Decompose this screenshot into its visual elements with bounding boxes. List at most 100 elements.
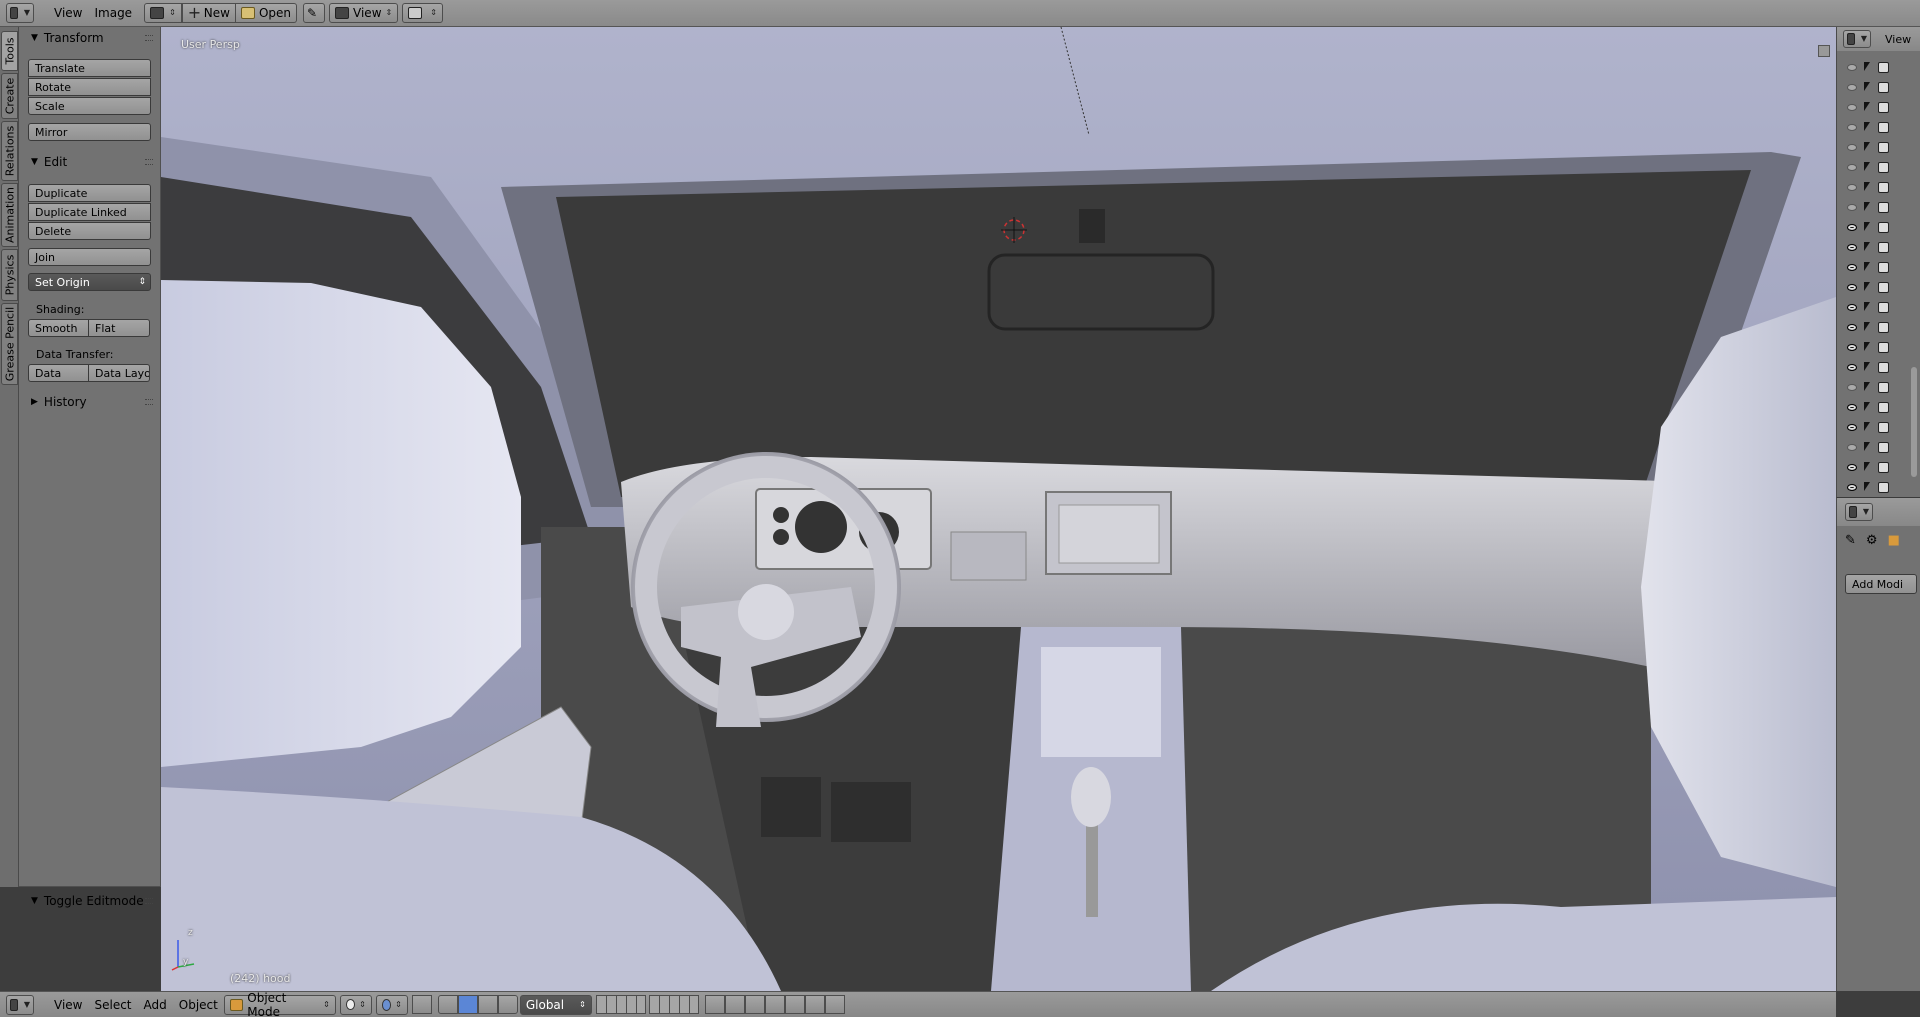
editor-type-button[interactable]: ▼: [6, 3, 34, 23]
orientation-dropdown[interactable]: Global ⇕: [519, 994, 592, 1015]
outliner-row[interactable]: [1847, 97, 1919, 117]
render-camera-icon[interactable]: [1878, 161, 1889, 173]
outliner-view-menu[interactable]: View: [1885, 33, 1911, 46]
tab-grease-pencil[interactable]: Grease Pencil: [1, 303, 18, 385]
data-layout-button[interactable]: Data Layo: [89, 364, 150, 382]
selectable-cursor-icon[interactable]: [1863, 361, 1872, 373]
flat-button[interactable]: Flat: [89, 319, 150, 337]
tab-animation[interactable]: Animation: [1, 183, 18, 247]
render-camera-icon[interactable]: [1878, 181, 1889, 193]
selectable-cursor-icon[interactable]: [1863, 481, 1872, 493]
visibility-eye-icon[interactable]: [1847, 223, 1857, 231]
add-modifier-dropdown[interactable]: Add Modi: [1845, 574, 1917, 594]
rotate-button[interactable]: Rotate: [28, 78, 151, 96]
render-camera-icon[interactable]: [1878, 61, 1889, 73]
3d-viewport[interactable]: User Persp (242) hood z y: [161, 27, 1836, 991]
outliner-row[interactable]: [1847, 197, 1919, 217]
menu-image[interactable]: Image: [88, 3, 138, 23]
menu-select[interactable]: Select: [88, 995, 137, 1015]
snap-toggle-button[interactable]: [744, 995, 765, 1014]
outliner-row[interactable]: [1847, 177, 1919, 197]
render-camera-icon[interactable]: [1878, 141, 1889, 153]
render-camera-icon[interactable]: [1878, 301, 1889, 313]
tab-physics[interactable]: Physics: [1, 249, 18, 301]
mirror-button[interactable]: Mirror: [28, 123, 151, 141]
selectable-cursor-icon[interactable]: [1863, 221, 1872, 233]
selectable-cursor-icon[interactable]: [1863, 261, 1872, 273]
translate-manipulator[interactable]: [457, 995, 478, 1014]
render-camera-icon[interactable]: [1878, 341, 1889, 353]
translate-button[interactable]: Translate: [28, 59, 151, 77]
menu-view[interactable]: View: [48, 3, 88, 23]
drag-grip-icon[interactable]: [145, 399, 153, 405]
lock-layers-button[interactable]: [704, 995, 725, 1014]
mode-dropdown[interactable]: Object Mode ⇕: [223, 991, 336, 1017]
visibility-eye-icon[interactable]: [1847, 243, 1857, 251]
selectable-cursor-icon[interactable]: [1863, 161, 1872, 173]
outliner-row[interactable]: [1847, 437, 1919, 457]
delete-button[interactable]: Delete: [28, 222, 151, 240]
selectable-cursor-icon[interactable]: [1863, 121, 1872, 133]
pivot-dropdown[interactable]: ⇕: [402, 3, 443, 23]
render-camera-icon[interactable]: [1878, 321, 1889, 333]
image-browse-button[interactable]: ⇕: [144, 3, 182, 23]
visibility-eye-icon[interactable]: [1847, 363, 1857, 371]
outliner-row[interactable]: [1847, 317, 1919, 337]
editor-type-button[interactable]: ▼: [6, 994, 34, 1015]
tab-tools[interactable]: Tools: [1, 31, 18, 71]
selectable-cursor-icon[interactable]: [1863, 421, 1872, 433]
snap-target-button[interactable]: [784, 995, 805, 1014]
visibility-eye-icon[interactable]: [1847, 143, 1857, 151]
limit-selection-button[interactable]: [411, 995, 432, 1014]
duplicate-button[interactable]: Duplicate: [28, 184, 151, 202]
visibility-eye-icon[interactable]: [1847, 403, 1857, 411]
menu-object[interactable]: Object: [173, 995, 224, 1015]
selectable-cursor-icon[interactable]: [1863, 61, 1872, 73]
selectable-cursor-icon[interactable]: [1863, 181, 1872, 193]
outliner-row[interactable]: [1847, 237, 1919, 257]
selectable-cursor-icon[interactable]: [1863, 241, 1872, 253]
selectable-cursor-icon[interactable]: [1863, 301, 1872, 313]
selectable-cursor-icon[interactable]: [1863, 281, 1872, 293]
visibility-eye-icon[interactable]: [1847, 123, 1857, 131]
render-camera-icon[interactable]: [1878, 481, 1889, 493]
layer-grid-2[interactable]: [648, 995, 699, 1014]
visibility-eye-icon[interactable]: [1847, 283, 1857, 291]
selectable-cursor-icon[interactable]: [1863, 141, 1872, 153]
outliner-row[interactable]: [1847, 117, 1919, 137]
visibility-eye-icon[interactable]: [1847, 383, 1857, 391]
outliner-scrollbar[interactable]: [1911, 367, 1917, 477]
transform-panel-header[interactable]: ▼ Transform: [19, 27, 161, 49]
selectable-cursor-icon[interactable]: [1863, 81, 1872, 93]
visibility-eye-icon[interactable]: [1847, 423, 1857, 431]
render-camera-icon[interactable]: [1878, 101, 1889, 113]
proportional-edit-button[interactable]: [724, 995, 745, 1014]
render-camera-icon[interactable]: [1878, 381, 1889, 393]
visibility-eye-icon[interactable]: [1847, 443, 1857, 451]
selectable-cursor-icon[interactable]: [1863, 101, 1872, 113]
visibility-eye-icon[interactable]: [1847, 303, 1857, 311]
outliner-row[interactable]: [1847, 157, 1919, 177]
visibility-eye-icon[interactable]: [1847, 463, 1857, 471]
render-camera-icon[interactable]: [1878, 361, 1889, 373]
outliner-row[interactable]: [1847, 477, 1919, 497]
visibility-eye-icon[interactable]: [1847, 343, 1857, 351]
visibility-eye-icon[interactable]: [1847, 163, 1857, 171]
visibility-eye-icon[interactable]: [1847, 183, 1857, 191]
visibility-eye-icon[interactable]: [1847, 203, 1857, 211]
scale-manipulator[interactable]: [497, 995, 518, 1014]
selectable-cursor-icon[interactable]: [1863, 401, 1872, 413]
pin-icon[interactable]: ✎: [1845, 533, 1856, 548]
outliner-row[interactable]: [1847, 297, 1919, 317]
drag-grip-icon[interactable]: [145, 159, 153, 165]
outliner-row[interactable]: [1847, 257, 1919, 277]
join-button[interactable]: Join: [28, 248, 151, 266]
render-camera-icon[interactable]: [1878, 461, 1889, 473]
render-camera-icon[interactable]: [1878, 201, 1889, 213]
visibility-eye-icon[interactable]: [1847, 323, 1857, 331]
layer-grid-1[interactable]: [595, 995, 646, 1014]
outliner-row[interactable]: [1847, 457, 1919, 477]
drag-grip-icon[interactable]: [145, 35, 153, 41]
view-mode-dropdown[interactable]: View ⇕: [329, 3, 399, 23]
selectable-cursor-icon[interactable]: [1863, 441, 1872, 453]
